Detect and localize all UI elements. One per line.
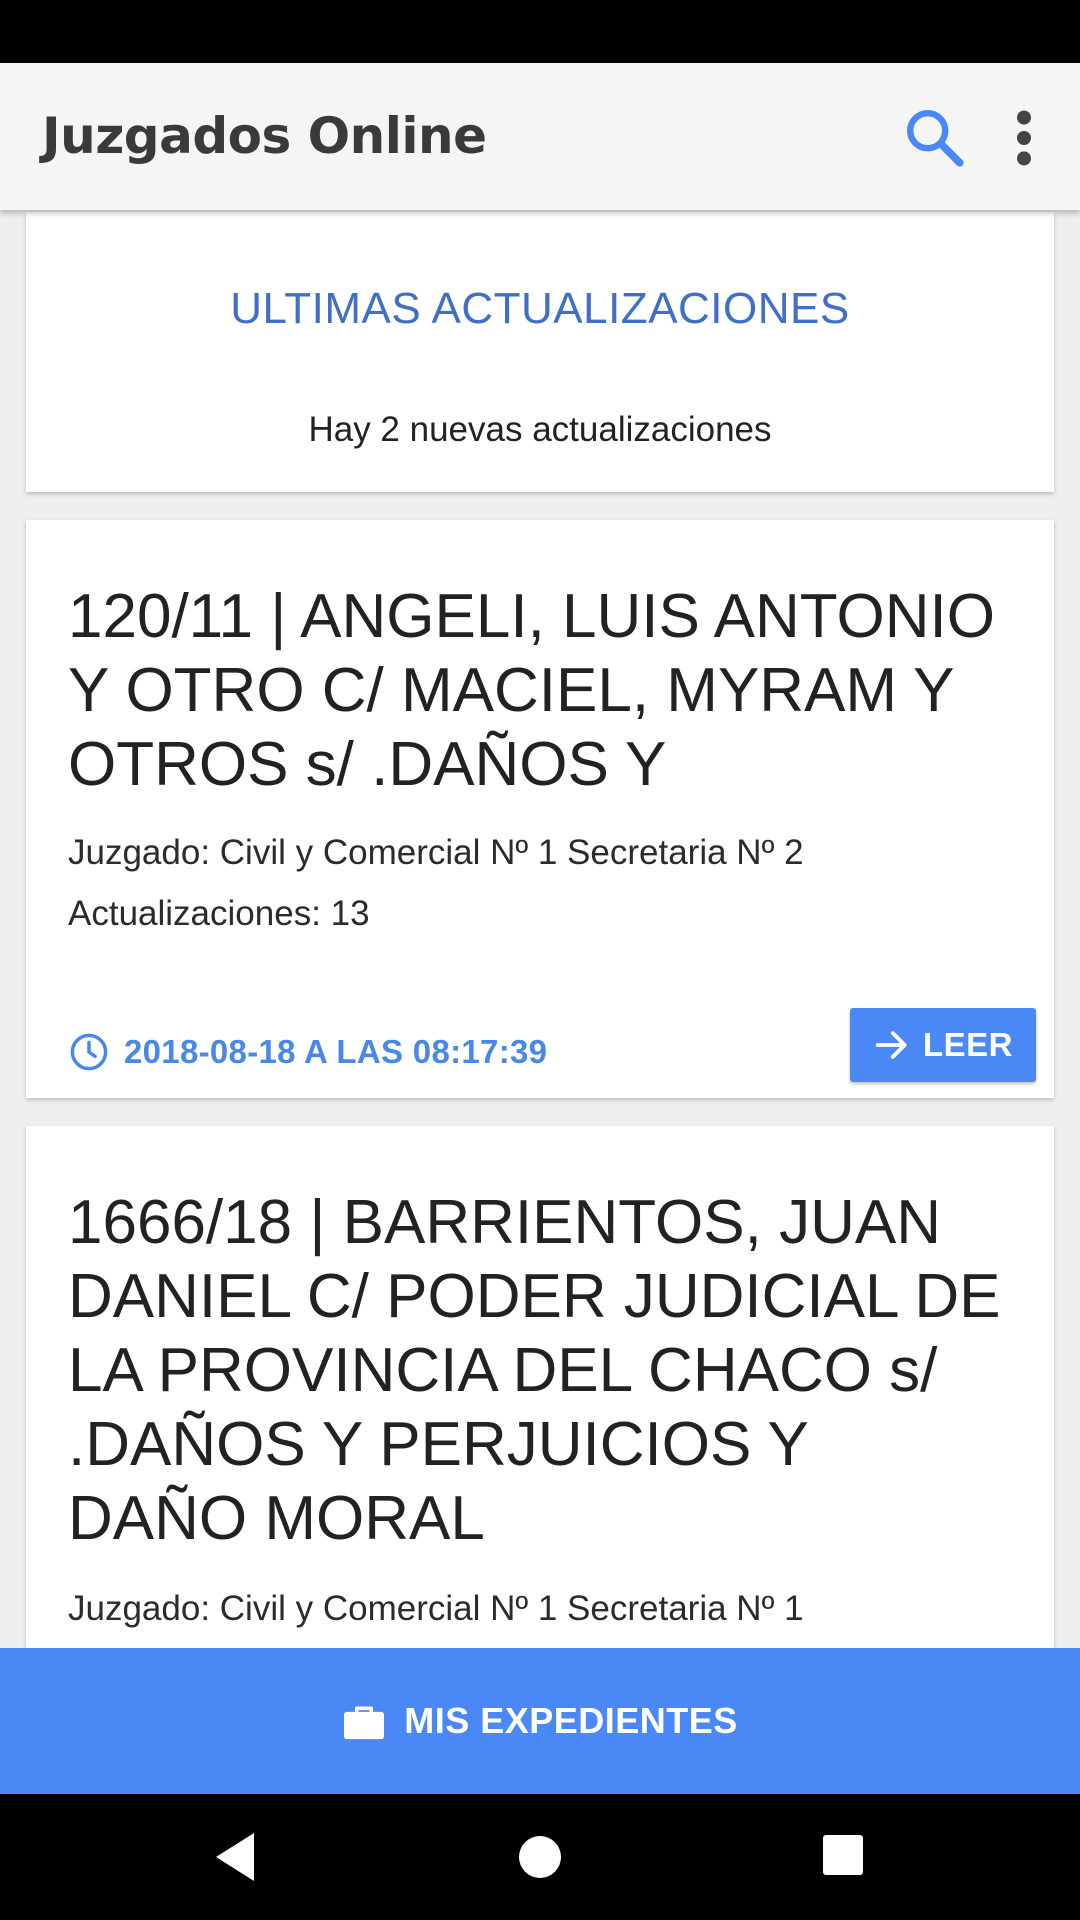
case-title: 1666/18 | BARRIENTOS, JUAN DANIEL C/ POD… xyxy=(68,1188,1001,1553)
case-date: 2018-08-18 A LAS 08:17:39 xyxy=(124,1033,548,1070)
status-bar xyxy=(0,0,1080,63)
navigation-bar xyxy=(0,1794,1080,1920)
more-vert-icon xyxy=(1017,110,1031,166)
search-icon xyxy=(907,110,964,167)
recents-button[interactable] xyxy=(822,1834,864,1876)
my-files-label: MIS EXPEDIENTES xyxy=(404,1700,738,1741)
briefcase-icon xyxy=(344,1706,385,1740)
more-options-button[interactable] xyxy=(1000,103,1048,173)
app-title: Juzgados Online xyxy=(42,107,487,165)
updates-title: ULTIMAS ACTUALIZACIONES xyxy=(230,284,850,333)
case-title: 120/11 | ANGELI, LUIS ANTONIO Y OTRO C/ … xyxy=(68,582,996,799)
updates-card: ULTIMAS ACTUALIZACIONES Hay 2 nuevas act… xyxy=(26,212,1054,492)
my-files-button[interactable]: MIS EXPEDIENTES xyxy=(0,1648,1080,1794)
recents-icon xyxy=(823,1835,863,1875)
back-button[interactable] xyxy=(212,1829,258,1885)
app-bar: Juzgados Online xyxy=(0,63,1080,210)
read-button[interactable]: LEER xyxy=(850,1008,1036,1082)
read-button-label: LEER xyxy=(922,1026,1013,1063)
case-card[interactable]: 1666/18 | BARRIENTOS, JUAN DANIEL C/ POD… xyxy=(26,1126,1054,1648)
case-list[interactable]: ULTIMAS ACTUALIZACIONES Hay 2 nuevas act… xyxy=(0,210,1080,1648)
case-card[interactable]: 120/11 | ANGELI, LUIS ANTONIO Y OTRO C/ … xyxy=(26,520,1054,1098)
arrow-right-icon xyxy=(875,1031,907,1059)
case-updates-count: Actualizaciones: 13 xyxy=(68,894,370,933)
search-button[interactable] xyxy=(900,103,970,173)
case-court: Juzgado: Civil y Comercial Nº 1 Secretar… xyxy=(68,1589,804,1628)
clock-icon xyxy=(70,1033,108,1071)
case-timestamp: 2018-08-18 A LAS 08:17:39 xyxy=(68,1027,547,1077)
home-icon xyxy=(519,1836,561,1878)
home-button[interactable] xyxy=(518,1835,562,1879)
back-icon xyxy=(216,1833,254,1881)
updates-count-text: Hay 2 nuevas actualizaciones xyxy=(308,410,772,449)
case-court: Juzgado: Civil y Comercial Nº 1 Secretar… xyxy=(68,833,804,872)
